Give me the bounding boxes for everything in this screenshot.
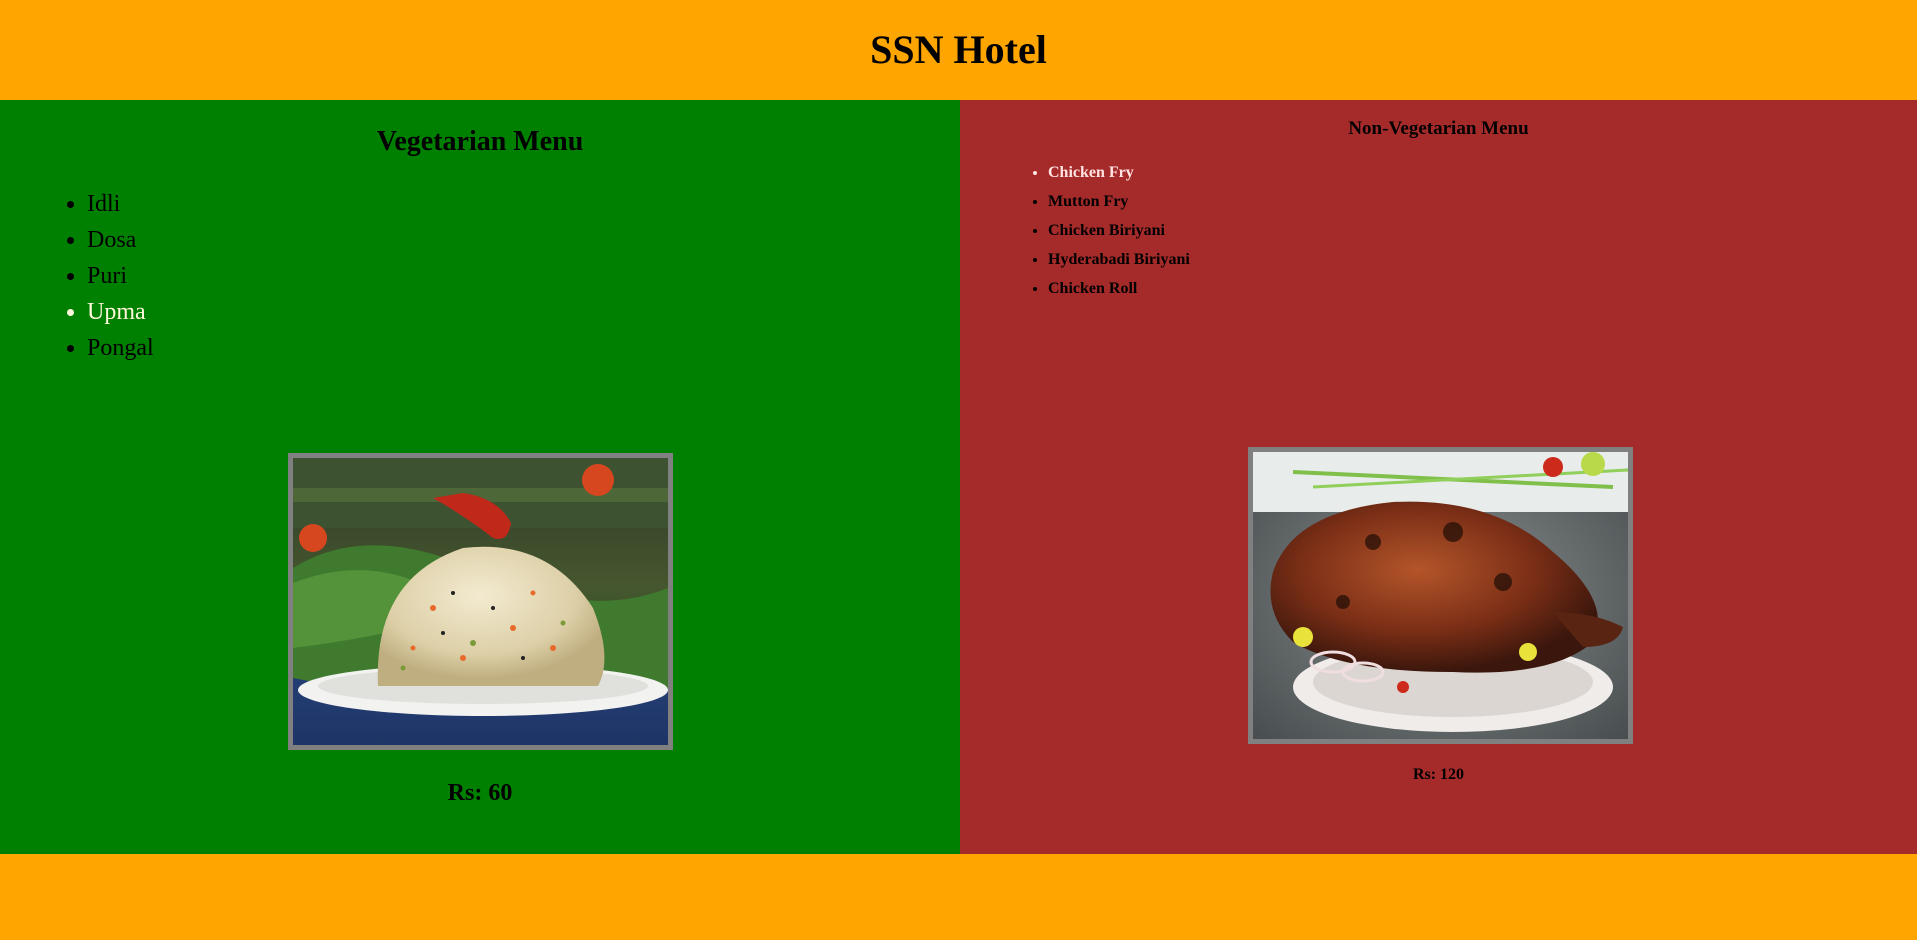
list-item: Idli xyxy=(87,186,154,222)
vegetarian-menu-panel: Vegetarian Menu Idli Dosa Puri Upma Pong… xyxy=(0,100,960,854)
non-vegetarian-menu-list: Chicken Fry Mutton Fry Chicken Biriyani … xyxy=(960,158,1190,303)
non-vegetarian-price: Rs: 120 xyxy=(1412,766,1465,783)
vegetarian-menu-heading: Vegetarian Menu xyxy=(376,126,584,157)
vegetarian-price: Rs: 60 xyxy=(447,780,513,806)
list-item: Dosa xyxy=(87,222,154,258)
list-item: Chicken Roll xyxy=(1048,274,1190,303)
page-title: SSN Hotel xyxy=(870,27,1047,72)
upma-photo xyxy=(288,453,673,750)
list-item-hovered[interactable]: Upma xyxy=(87,294,154,330)
list-item: Puri xyxy=(87,258,154,294)
non-vegetarian-menu-heading: Non-Vegetarian Menu xyxy=(1348,118,1529,139)
list-item: Hyderabadi Biriyani xyxy=(1048,245,1190,274)
list-item: Pongal xyxy=(87,330,154,366)
page-header: SSN Hotel xyxy=(0,0,1917,100)
chicken-fry-photo xyxy=(1248,447,1633,744)
list-item-hovered[interactable]: Chicken Fry xyxy=(1048,158,1190,187)
non-vegetarian-menu-panel: Non-Vegetarian Menu Chicken Fry Mutton F… xyxy=(960,100,1917,854)
list-item: Mutton Fry xyxy=(1048,187,1190,216)
page-footer xyxy=(0,854,1917,940)
vegetarian-menu-list: Idli Dosa Puri Upma Pongal xyxy=(0,186,154,366)
list-item: Chicken Biriyani xyxy=(1048,216,1190,245)
